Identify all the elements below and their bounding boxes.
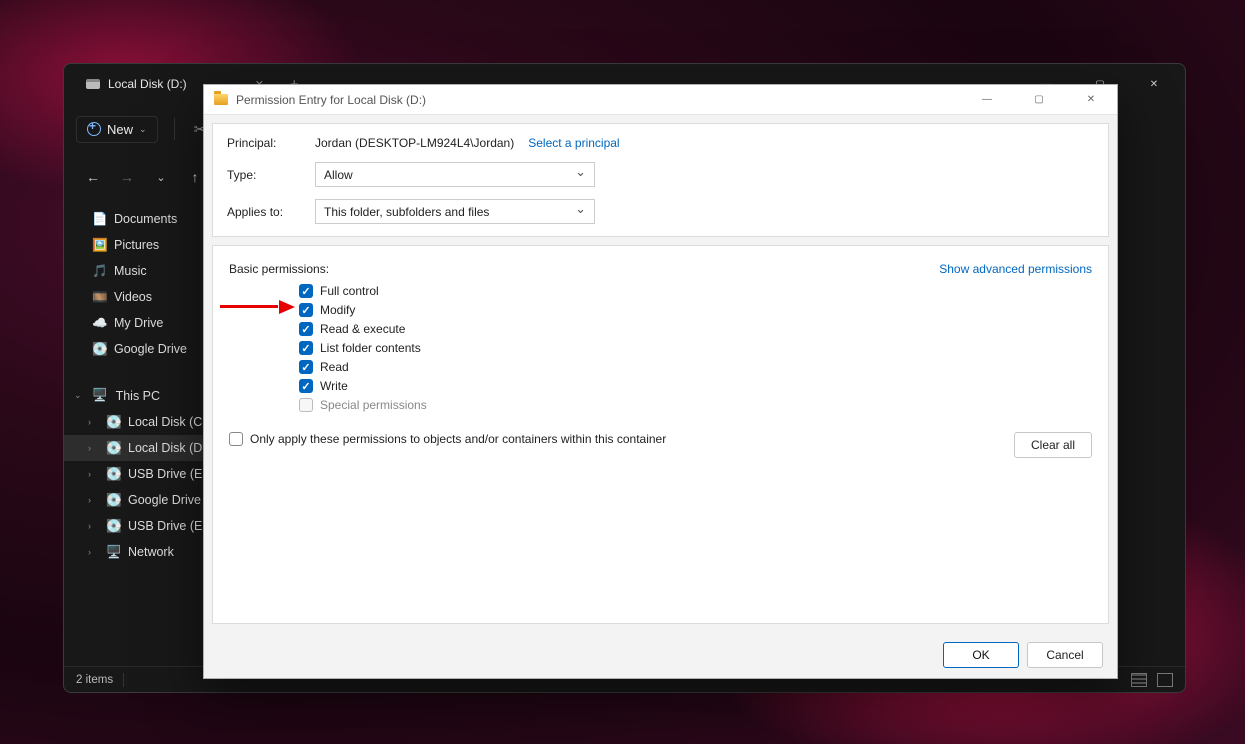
sidebar-item-icon: 💽 <box>92 342 106 356</box>
permission-row[interactable]: Write <box>299 379 1092 393</box>
sidebar-item-label: Local Disk (D:) <box>128 441 210 455</box>
sidebar-item-label: Pictures <box>114 238 159 252</box>
dialog-maximize-button[interactable]: ▢ <box>1017 86 1061 114</box>
sidebar-item-label: Network <box>128 545 174 559</box>
only-apply-row[interactable]: Only apply these permissions to objects … <box>229 432 1092 446</box>
permission-row[interactable]: Read & execute <box>299 322 1092 336</box>
sidebar-item-icon: 📄 <box>92 212 106 226</box>
chevron-right-icon[interactable]: › <box>88 547 91 557</box>
principal-label: Principal: <box>227 136 305 150</box>
view-icons-icon[interactable] <box>1157 673 1173 687</box>
monitor-icon: 🖥️ <box>92 388 108 403</box>
permission-dialog: Permission Entry for Local Disk (D:) — ▢… <box>203 84 1118 679</box>
dialog-close-button[interactable]: ✕ <box>1069 86 1113 114</box>
principal-value: Jordan (DESKTOP-LM924L4\Jordan) <box>315 136 514 150</box>
permission-checkbox <box>299 398 313 412</box>
permission-row[interactable]: List folder contents <box>299 341 1092 355</box>
select-principal-link[interactable]: Select a principal <box>528 136 619 150</box>
chevron-right-icon[interactable]: › <box>88 469 91 479</box>
dialog-content: Principal: Jordan (DESKTOP-LM924L4\Jorda… <box>204 115 1117 632</box>
chevron-right-icon[interactable]: › <box>88 495 91 505</box>
basic-permissions-label: Basic permissions: <box>229 262 329 276</box>
up-button[interactable]: ↑ <box>186 169 204 185</box>
drive-icon: 💽 <box>106 519 120 533</box>
permission-checkbox[interactable] <box>299 379 313 393</box>
cancel-button[interactable]: Cancel <box>1027 642 1103 668</box>
drive-icon: 💽 <box>106 467 120 481</box>
type-dropdown[interactable]: Allow <box>315 162 595 187</box>
drive-icon: 💽 <box>106 415 120 429</box>
show-advanced-link[interactable]: Show advanced permissions <box>939 262 1092 276</box>
permissions-panel: Basic permissions: Show advanced permiss… <box>212 245 1109 624</box>
only-apply-label: Only apply these permissions to objects … <box>250 432 666 446</box>
permission-checkbox[interactable] <box>299 284 313 298</box>
permission-label: Read & execute <box>320 322 405 336</box>
back-button[interactable]: ← <box>84 169 102 185</box>
applies-label: Applies to: <box>227 205 305 219</box>
status-item-count: 2 items <box>76 674 113 686</box>
permission-label: Write <box>320 379 348 393</box>
sidebar-item-label: Music <box>114 264 147 278</box>
chevron-right-icon[interactable]: › <box>88 443 91 453</box>
drive-icon: 💽 <box>106 441 120 455</box>
chevron-right-icon[interactable]: › <box>88 417 91 427</box>
sidebar-item-label: USB Drive (E:) <box>128 519 210 533</box>
sidebar-item-label: USB Drive (E:) <box>128 467 210 481</box>
sidebar-item-label: Documents <box>114 212 177 226</box>
forward-button[interactable]: → <box>118 169 136 185</box>
recent-button[interactable]: ⌄ <box>152 171 170 184</box>
sidebar-item-label: Local Disk (C:) <box>128 415 210 429</box>
new-label: New <box>107 122 133 137</box>
permission-label: Read <box>320 360 349 374</box>
explorer-title: Local Disk (D:) <box>108 77 187 91</box>
sidebar-item-icon: 🎞️ <box>92 290 106 304</box>
permission-list: Full control Modify Read & execute List fol… <box>299 284 1092 412</box>
permission-checkbox[interactable] <box>299 322 313 336</box>
new-button[interactable]: New ⌄ <box>76 116 158 143</box>
permission-label: Special permissions <box>320 398 427 412</box>
only-apply-checkbox[interactable] <box>229 432 243 446</box>
dialog-titlebar[interactable]: Permission Entry for Local Disk (D:) — ▢… <box>204 85 1117 115</box>
disk-icon <box>86 79 100 89</box>
drive-icon: 💽 <box>106 493 120 507</box>
chevron-right-icon[interactable]: › <box>88 521 91 531</box>
sidebar-thispc-label: This PC <box>116 389 160 403</box>
permission-label: List folder contents <box>320 341 421 355</box>
permission-label: Full control <box>320 284 379 298</box>
dialog-minimize-button[interactable]: — <box>965 86 1009 114</box>
applies-dropdown[interactable]: This folder, subfolders and files <box>315 199 595 224</box>
ok-button[interactable]: OK <box>943 642 1019 668</box>
drive-icon: 🖥️ <box>106 545 120 559</box>
permission-label: Modify <box>320 303 355 317</box>
permission-row[interactable]: Modify <box>299 303 1092 317</box>
sidebar-item-icon: 🎵 <box>92 264 106 278</box>
permission-checkbox[interactable] <box>299 303 313 317</box>
type-label: Type: <box>227 168 305 182</box>
sidebar-item-icon: 🖼️ <box>92 238 106 252</box>
permission-row[interactable]: Read <box>299 360 1092 374</box>
chevron-down-icon: ⌄ <box>139 124 147 135</box>
sidebar-item-label: My Drive <box>114 316 163 330</box>
sidebar-item-label: Videos <box>114 290 152 304</box>
applies-value: This folder, subfolders and files <box>324 205 489 219</box>
clear-all-button[interactable]: Clear all <box>1014 432 1092 458</box>
permission-checkbox[interactable] <box>299 341 313 355</box>
sidebar-item-label: Google Drive <box>114 342 187 356</box>
dialog-footer: OK Cancel <box>204 632 1117 678</box>
chevron-down-icon[interactable]: ⌄ <box>74 390 82 401</box>
folder-icon <box>214 94 228 105</box>
permission-row[interactable]: Full control <box>299 284 1092 298</box>
permission-row: Special permissions <box>299 398 1092 412</box>
view-details-icon[interactable] <box>1131 673 1147 687</box>
permission-checkbox[interactable] <box>299 360 313 374</box>
sidebar-item-icon: ☁️ <box>92 316 106 330</box>
type-value: Allow <box>324 168 353 182</box>
principal-panel: Principal: Jordan (DESKTOP-LM924L4\Jorda… <box>212 123 1109 237</box>
separator <box>174 118 175 140</box>
dialog-title: Permission Entry for Local Disk (D:) <box>236 93 426 107</box>
plus-icon <box>87 122 101 136</box>
close-button[interactable]: ✕ <box>1131 68 1177 100</box>
